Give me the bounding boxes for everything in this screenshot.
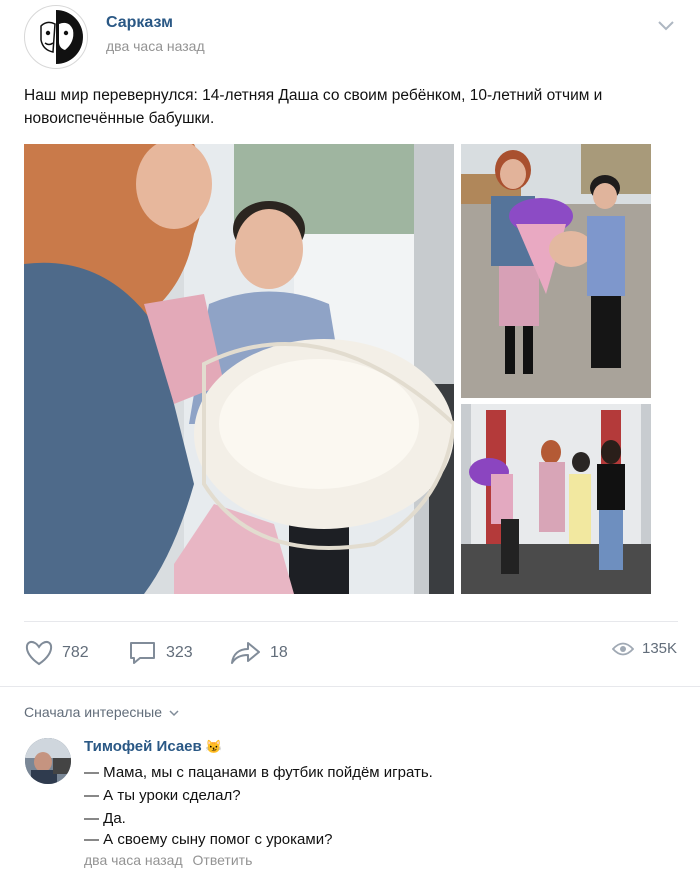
heart-icon [25, 640, 53, 666]
post-photo-2[interactable] [461, 144, 651, 398]
post-author[interactable]: Сарказм [106, 14, 173, 32]
shares-count: 18 [270, 644, 288, 661]
reply-button[interactable]: Ответить [193, 852, 253, 868]
views-indicator: 135K [612, 640, 677, 657]
comment-button[interactable]: 323 [128, 640, 193, 666]
comment-line: — А своему сыну помог с уроками? [84, 831, 333, 848]
comment-icon [130, 642, 155, 664]
commenter-emoji: 😼 [205, 739, 223, 754]
post-time[interactable]: два часа назад [106, 38, 205, 54]
share-arrow-icon [231, 642, 260, 664]
chevron-down-icon [169, 710, 179, 717]
comments-count: 323 [166, 644, 193, 661]
comment-time[interactable]: два часа назад [84, 852, 183, 868]
commenter-avatar[interactable] [25, 738, 71, 784]
comments-sort-dropdown[interactable]: Сначала интересные [24, 704, 179, 720]
commenter-name-text: Тимофей Исаев [84, 738, 202, 755]
post-photo-3[interactable] [461, 404, 651, 594]
post-text: Наш мир перевернулся: 14-летняя Даша со … [24, 87, 603, 127]
chevron-down-icon[interactable] [655, 14, 677, 36]
likes-count: 782 [62, 644, 89, 661]
comment-line: — Да. [84, 810, 126, 827]
comment-meta: два часа назад Ответить [84, 852, 252, 868]
like-button[interactable]: 782 [24, 640, 89, 666]
comment-line: — Мама, мы с пацанами в футбик пойдём иг… [84, 764, 433, 781]
share-button[interactable]: 18 [230, 640, 288, 666]
comment-line: — А ты уроки сделал? [84, 787, 241, 804]
post-photo-main[interactable] [24, 144, 454, 594]
comments-divider [0, 686, 700, 687]
comments-sort-label: Сначала интересные [24, 704, 162, 720]
eye-icon [612, 642, 634, 655]
actions-divider [24, 621, 678, 622]
views-count: 135K [642, 640, 678, 657]
community-avatar[interactable] [24, 5, 88, 69]
community-logo-icon [26, 7, 86, 67]
commenter-name[interactable]: Тимофей Исаев 😼 [84, 738, 222, 755]
